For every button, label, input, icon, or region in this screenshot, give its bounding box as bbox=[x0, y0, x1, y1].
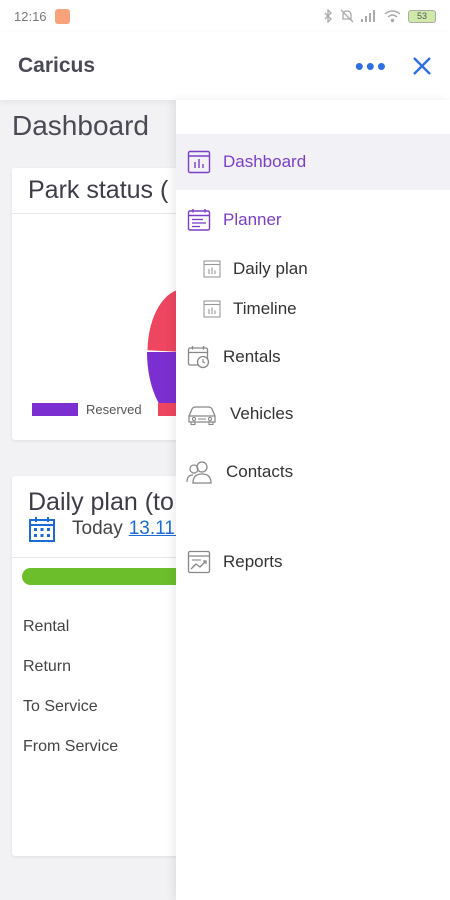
status-time: 12:16 bbox=[14, 8, 47, 24]
menu-item-timeline[interactable]: Timeline bbox=[176, 290, 450, 328]
menu-label-planner: Planner bbox=[223, 210, 282, 229]
contacts-icon bbox=[186, 461, 212, 484]
menu-item-dashboard[interactable]: Dashboard bbox=[176, 134, 450, 190]
menu-item-contacts[interactable]: Contacts bbox=[176, 450, 450, 494]
signal-icon bbox=[361, 10, 375, 22]
menu-label-timeline: Timeline bbox=[233, 299, 297, 318]
menu-item-rentals[interactable]: Rentals bbox=[176, 336, 450, 378]
park-status-legend: Reserved bbox=[32, 402, 188, 417]
car-icon bbox=[188, 406, 216, 426]
menu-item-planner[interactable]: Planner bbox=[176, 200, 450, 240]
status-icons: 53 bbox=[323, 9, 436, 23]
daily-plan-icon bbox=[203, 260, 221, 278]
page-title: Dashboard bbox=[12, 110, 149, 141]
menu-item-vehicles[interactable]: Vehicles bbox=[176, 392, 450, 436]
notification-app-icon bbox=[54, 8, 70, 24]
app-actions: ••• bbox=[355, 53, 432, 79]
battery-icon: 53 bbox=[408, 9, 436, 23]
menu-item-daily-plan[interactable]: Daily plan bbox=[176, 250, 450, 288]
legend-swatch-reserved bbox=[32, 403, 78, 416]
menu-label-rentals: Rentals bbox=[223, 347, 281, 366]
dashboard-icon bbox=[187, 150, 211, 174]
app-title: Caricus bbox=[18, 54, 96, 77]
app-bar: Caricus ••• bbox=[0, 32, 450, 100]
menu-item-reports[interactable]: Reports bbox=[176, 540, 450, 584]
rentals-icon bbox=[187, 346, 210, 369]
status-bar: 12:16 53 bbox=[0, 0, 450, 32]
reports-icon bbox=[187, 550, 211, 574]
menu-label-reports: Reports bbox=[223, 552, 283, 571]
menu-label-daily-plan: Daily plan bbox=[233, 259, 308, 278]
legend-label-reserved: Reserved bbox=[86, 402, 142, 417]
calendar-icon bbox=[29, 517, 55, 542]
more-horizontal-icon[interactable]: ••• bbox=[355, 53, 388, 79]
menu-label-contacts: Contacts bbox=[226, 462, 294, 481]
menu-label-dashboard: Dashboard bbox=[223, 152, 307, 171]
planner-icon bbox=[187, 209, 211, 231]
today-label: Today bbox=[72, 518, 123, 539]
menu-label-vehicles: Vehicles bbox=[230, 404, 294, 423]
bluetooth-icon bbox=[324, 9, 332, 23]
mute-icon bbox=[340, 9, 354, 23]
close-icon[interactable] bbox=[412, 56, 432, 76]
wifi-icon bbox=[384, 9, 401, 22]
navigation-drawer: Dashboard Planner Daily plan Timeline Re… bbox=[176, 100, 450, 900]
timeline-icon bbox=[203, 300, 221, 318]
